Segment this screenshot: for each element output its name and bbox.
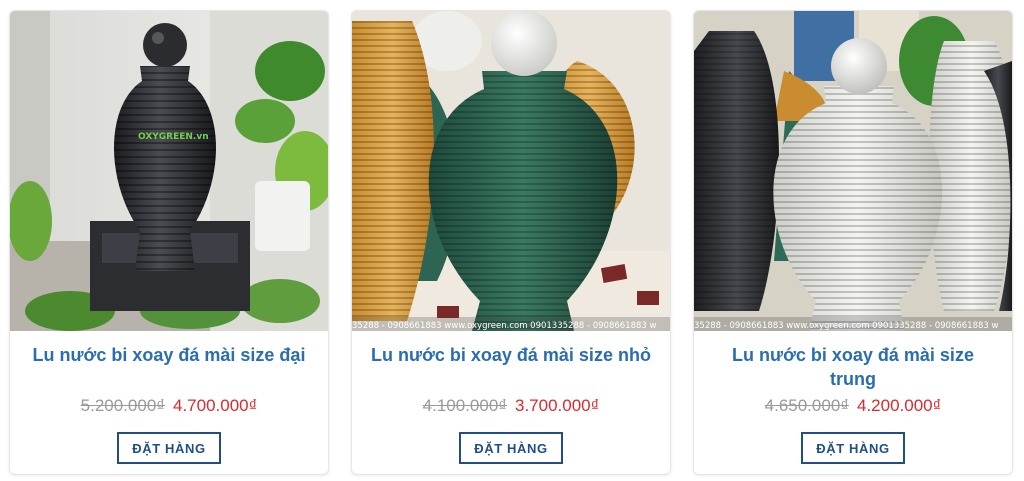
price-row: 4.100.000₫ 3.700.000₫ <box>352 395 670 417</box>
brand-logo: OXYGREEN.vn <box>138 132 209 142</box>
old-price: 5.200.000₫ <box>80 396 165 415</box>
price-row: 4.650.000₫ 4.200.000₫ <box>694 395 1012 417</box>
photo-watermark: 35288 - 0908661883 www.oxygreen.com 0901… <box>694 321 999 331</box>
old-price: 4.650.000₫ <box>764 396 849 415</box>
price-row: 5.200.000₫ 4.700.000₫ <box>10 395 328 417</box>
product-title[interactable]: Lu nước bi xoay đá mài size đại <box>24 343 314 367</box>
product-card[interactable]: 35288 - 0908661883 www.oxygreen.com 0901… <box>351 10 671 475</box>
product-image[interactable]: 35288 - 0908661883 www.oxygreen.com 0901… <box>694 11 1012 331</box>
sale-price: 4.200.000₫ <box>857 396 942 415</box>
old-price: 4.100.000₫ <box>422 396 507 415</box>
order-button[interactable]: ĐẶT HÀNG <box>459 432 563 464</box>
product-title[interactable]: Lu nước bi xoay đá mài size trung <box>708 343 998 391</box>
product-image[interactable]: OXYGREEN.vn <box>10 11 328 331</box>
sale-price: 3.700.000₫ <box>515 396 600 415</box>
product-grid: OXYGREEN.vn Lu nước bi xoay đá mài size … <box>0 0 1024 481</box>
photo-watermark: 35288 - 0908661883 www.oxygreen.com 0901… <box>352 321 657 331</box>
order-button[interactable]: ĐẶT HÀNG <box>801 432 905 464</box>
product-image[interactable]: 35288 - 0908661883 www.oxygreen.com 0901… <box>352 11 670 331</box>
sale-price: 4.700.000₫ <box>173 396 258 415</box>
product-card[interactable]: OXYGREEN.vn Lu nước bi xoay đá mài size … <box>9 10 329 475</box>
order-button[interactable]: ĐẶT HÀNG <box>117 432 221 464</box>
product-card[interactable]: 35288 - 0908661883 www.oxygreen.com 0901… <box>693 10 1013 475</box>
product-title[interactable]: Lu nước bi xoay đá mài size nhỏ <box>366 343 656 367</box>
